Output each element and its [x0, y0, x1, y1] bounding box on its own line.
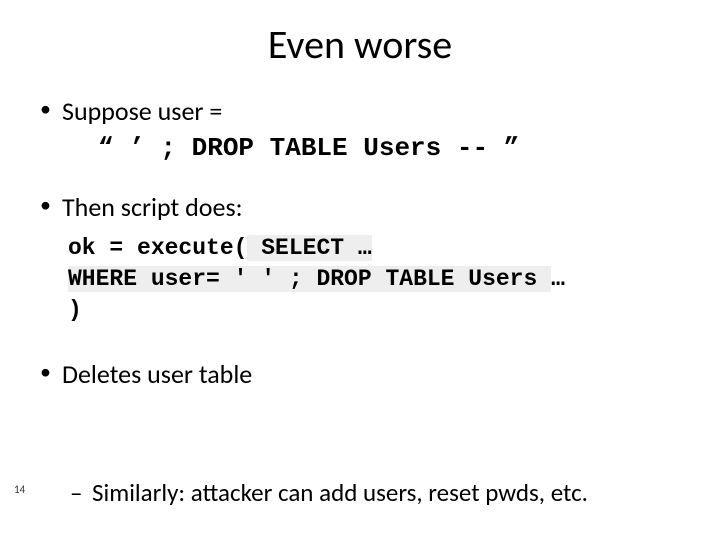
bullet-suppose-user: Suppose user =	[36, 95, 684, 128]
code-l2-c: …	[551, 266, 565, 292]
code-line-2: WHERE user= ' ' ; DROP TABLE Users …	[68, 264, 684, 295]
code-l1-highlight: SELECT …	[247, 235, 371, 261]
code-l2-a: WHERE user=	[68, 266, 234, 292]
footer-text: Similarly: attacker can add users, reset…	[92, 477, 588, 508]
user-value-code: “ ’ ; DROP TABLE Users -- ”	[98, 133, 519, 163]
code-block: ok = execute( SELECT … WHERE user= ' ' ;…	[68, 233, 684, 326]
code-line-3: )	[68, 295, 684, 326]
dash-icon: –	[70, 477, 82, 508]
slide: Even worse Suppose user = “ ’ ; DROP TAB…	[0, 0, 720, 540]
page-number: 14	[14, 483, 25, 496]
code-l2-highlight: ' ' ; DROP TABLE Users	[234, 266, 551, 292]
code-line-1: ok = execute( SELECT …	[68, 233, 684, 264]
bullet-list-2: Then script does:	[36, 191, 684, 224]
slide-title: Even worse	[36, 20, 684, 69]
footer-dash-item: – Similarly: attacker can add users, res…	[36, 477, 720, 508]
footer-area: 14 – Similarly: attacker can add users, …	[0, 477, 720, 508]
bullet-list: Suppose user =	[36, 95, 684, 128]
bullet-list-3: Deletes user table	[36, 358, 684, 391]
user-value-line: “ ’ ; DROP TABLE Users -- ”	[36, 130, 684, 163]
bullet-deletes-table: Deletes user table	[36, 358, 684, 391]
bullet-then-script: Then script does:	[36, 191, 684, 224]
code-l1-a: ok = execute(	[68, 235, 247, 261]
